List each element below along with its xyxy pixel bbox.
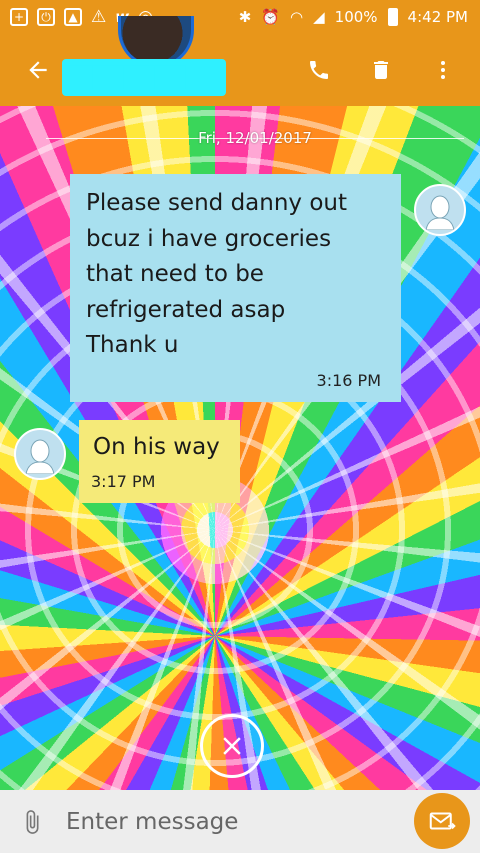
close-button[interactable] (200, 714, 264, 778)
message-composer (0, 790, 480, 853)
overflow-menu-button[interactable] (426, 53, 460, 87)
app-bar-actions (302, 53, 480, 87)
phone-icon (310, 60, 328, 79)
arrow-left-icon (29, 60, 47, 79)
image-icon: ▲ (64, 7, 82, 26)
send-envelope-icon (429, 812, 456, 830)
message-time: 3:17 PM (91, 472, 156, 491)
date-divider: Fri, 12/01/2017 (46, 128, 464, 148)
overflow-menu-icon (441, 60, 445, 79)
add-icon: + (10, 7, 28, 26)
call-button[interactable] (302, 53, 336, 87)
battery-percent: 100% (334, 7, 378, 26)
power-icon: ⏻ (37, 7, 55, 26)
person-icon (425, 195, 455, 230)
message-text: Please send danny out bcuz i have grocer… (86, 190, 348, 358)
message-time: 3:16 PM (316, 371, 381, 390)
status-bar: + ⏻ ▲ ⚠ w ◎ ✱ ⏰ ◠ ◢ 100% 4:42 PM (0, 0, 480, 33)
contact-message-avatar[interactable] (14, 428, 66, 480)
my-avatar[interactable] (414, 184, 466, 236)
attach-button[interactable] (12, 802, 52, 842)
status-time: 4:42 PM (407, 7, 468, 26)
trash-icon (374, 60, 388, 79)
message-bubble-received[interactable]: On his way 3:17 PM (79, 420, 240, 503)
contact-name[interactable]: ████████ (62, 59, 226, 96)
warning-icon: ⚠ (91, 6, 107, 27)
battery-icon (387, 7, 398, 26)
date-label: Fri, 12/01/2017 (198, 129, 312, 147)
person-icon (25, 439, 55, 474)
wifi-icon: ◠ (290, 7, 304, 26)
close-icon (223, 737, 241, 755)
send-button[interactable] (414, 793, 470, 849)
message-input[interactable] (64, 807, 398, 836)
paperclip-icon (26, 809, 39, 834)
bluetooth-icon: ✱ (238, 7, 252, 26)
back-button[interactable] (22, 54, 54, 86)
signal-icon: ◢ (313, 7, 325, 26)
delete-button[interactable] (364, 53, 398, 87)
system-icons: ✱ ⏰ ◠ ◢ 100% 4:42 PM (238, 7, 480, 26)
app-bar: ████████ (0, 16, 480, 106)
alarm-icon: ⏰ (261, 7, 281, 26)
message-text: On his way (93, 434, 220, 460)
message-bubble-sent[interactable]: Please send danny out bcuz i have grocer… (70, 174, 401, 402)
